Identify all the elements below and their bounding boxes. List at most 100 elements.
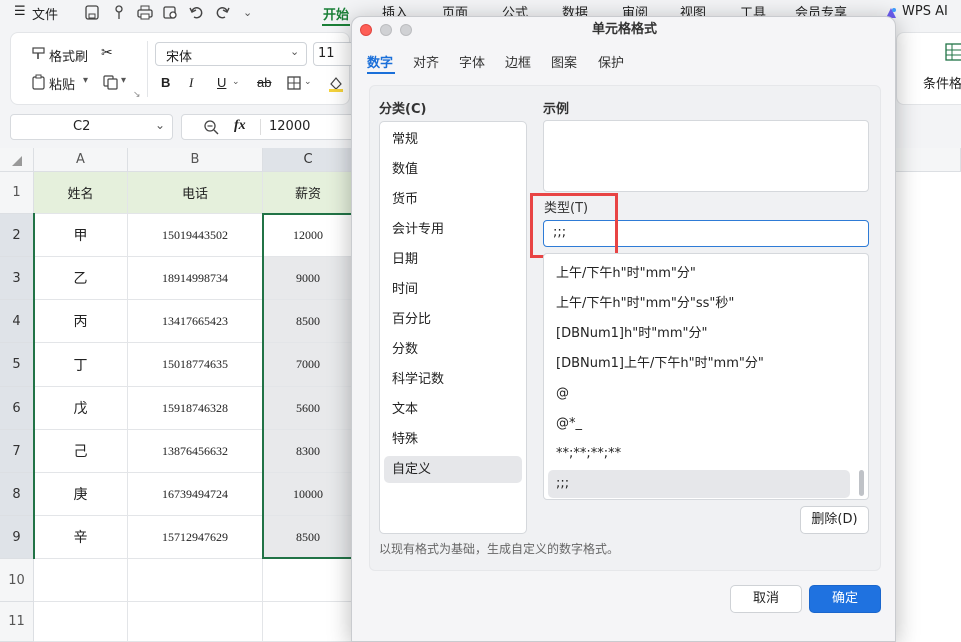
category-item-selected[interactable]: 自定义: [384, 456, 522, 483]
category-item[interactable]: 科学记数: [384, 366, 522, 393]
category-item[interactable]: 分数: [384, 336, 522, 363]
chevron-down-icon[interactable]: ⌄: [243, 6, 252, 19]
copy-chevron-icon[interactable]: ▾: [121, 75, 126, 86]
cell-name[interactable]: 丙: [34, 300, 128, 343]
category-item[interactable]: 时间: [384, 276, 522, 303]
borders-chevron-icon[interactable]: ⌄: [304, 77, 312, 87]
empty-cell[interactable]: [34, 559, 128, 602]
tab-border[interactable]: 边框: [505, 52, 531, 71]
tab-font[interactable]: 字体: [459, 52, 485, 71]
column-header-c[interactable]: C: [263, 148, 354, 172]
cell-name[interactable]: 己: [34, 430, 128, 473]
copy-icon[interactable]: [103, 75, 118, 90]
cell-phone[interactable]: 13417665423: [128, 300, 263, 343]
wps-ai-button[interactable]: WPS AI: [902, 4, 948, 19]
fx-icon[interactable]: fx: [234, 118, 246, 134]
tab-home[interactable]: 开始: [323, 4, 349, 23]
print-icon[interactable]: [137, 5, 153, 20]
cell-phone[interactable]: 15918746328: [128, 387, 263, 430]
redo-icon[interactable]: [215, 5, 230, 20]
category-item[interactable]: 数值: [384, 156, 522, 183]
cell-phone[interactable]: 16739494724: [128, 473, 263, 516]
row-header[interactable]: 8: [0, 473, 34, 516]
cell-name[interactable]: 辛: [34, 516, 128, 559]
format-item[interactable]: [DBNum1]上午/下午h"时"mm"分": [548, 350, 850, 378]
cell-phone[interactable]: 15712947629: [128, 516, 263, 559]
borders-icon[interactable]: [287, 76, 301, 90]
row-header[interactable]: 9: [0, 516, 34, 559]
fill-color-icon[interactable]: [327, 75, 345, 92]
category-item[interactable]: 会计专用: [384, 216, 522, 243]
header-cell-salary[interactable]: 薪资: [263, 172, 354, 214]
print-preview-icon[interactable]: [163, 5, 179, 20]
format-item[interactable]: 上午/下午h"时"mm"分": [548, 260, 850, 288]
save-icon[interactable]: [85, 5, 99, 20]
row-header[interactable]: 7: [0, 430, 34, 473]
conditional-format-button[interactable]: 条件格: [923, 73, 961, 92]
format-list[interactable]: 上午/下午h"时"mm"分" 上午/下午h"时"mm"分"ss"秒" [DBNu…: [543, 253, 869, 500]
category-item[interactable]: 百分比: [384, 306, 522, 333]
delete-button[interactable]: 删除(D): [800, 506, 869, 534]
category-item[interactable]: 特殊: [384, 426, 522, 453]
format-item[interactable]: @: [548, 380, 850, 408]
cell-phone[interactable]: 15018774635: [128, 343, 263, 387]
paste-chevron-icon[interactable]: ▾: [83, 75, 88, 86]
tab-pattern[interactable]: 图案: [551, 52, 577, 71]
header-cell-name[interactable]: 姓名: [34, 172, 128, 214]
formula-bar[interactable]: fx 12000: [181, 114, 356, 140]
category-item[interactable]: 常规: [384, 126, 522, 153]
bold-button[interactable]: B: [161, 75, 170, 90]
format-list-scrollbar[interactable]: [859, 470, 864, 496]
row-header[interactable]: 4: [0, 300, 34, 343]
empty-cell[interactable]: [128, 559, 263, 602]
cell-name[interactable]: 庚: [34, 473, 128, 516]
tab-alignment[interactable]: 对齐: [413, 52, 439, 71]
select-all-corner[interactable]: [0, 148, 34, 172]
cut-icon[interactable]: ✂: [101, 45, 113, 61]
cancel-button[interactable]: 取消: [730, 585, 802, 613]
column-header-a[interactable]: A: [34, 148, 128, 172]
cell-name[interactable]: 乙: [34, 257, 128, 300]
font-name-combo[interactable]: 宋体 ⌄: [155, 42, 307, 66]
row-header[interactable]: 5: [0, 343, 34, 387]
undo-icon[interactable]: [189, 5, 204, 20]
empty-cell[interactable]: [34, 602, 128, 642]
category-list[interactable]: 常规 数值 货币 会计专用 日期 时间 百分比 分数 科学记数 文本 特殊 自定…: [379, 121, 527, 534]
format-item-selected[interactable]: ;;;: [548, 470, 850, 498]
paste-button[interactable]: 粘贴: [49, 74, 75, 93]
row-header[interactable]: 2: [0, 214, 34, 257]
strikethrough-button[interactable]: ab: [257, 75, 271, 90]
menu-file[interactable]: 文件: [32, 4, 58, 23]
category-item[interactable]: 日期: [384, 246, 522, 273]
row-header[interactable]: 6: [0, 387, 34, 430]
header-cell-phone[interactable]: 电话: [128, 172, 263, 214]
cell-name[interactable]: 丁: [34, 343, 128, 387]
cell-name[interactable]: 甲: [34, 214, 128, 257]
column-header-b[interactable]: B: [128, 148, 263, 172]
format-painter-button[interactable]: 格式刷: [49, 46, 88, 65]
share-icon[interactable]: [112, 5, 126, 20]
format-item[interactable]: @*_: [548, 410, 850, 438]
italic-button[interactable]: I: [189, 75, 193, 91]
cell-name[interactable]: 戊: [34, 387, 128, 430]
format-item[interactable]: 上午/下午h"时"mm"分"ss"秒": [548, 290, 850, 318]
tab-protection[interactable]: 保护: [598, 52, 624, 71]
row-header[interactable]: 1: [0, 172, 34, 214]
row-header[interactable]: 3: [0, 257, 34, 300]
underline-chevron-icon[interactable]: ⌄: [232, 77, 240, 87]
cell-phone[interactable]: 18914998734: [128, 257, 263, 300]
empty-cell[interactable]: [128, 602, 263, 642]
hamburger-icon[interactable]: ☰: [14, 4, 26, 19]
zoom-icon[interactable]: [204, 120, 219, 135]
tab-number[interactable]: 数字: [367, 52, 393, 71]
row-header[interactable]: 10: [0, 559, 34, 602]
format-item[interactable]: [DBNum1]h"时"mm"分": [548, 320, 850, 348]
cell-phone[interactable]: 13876456632: [128, 430, 263, 473]
empty-cell[interactable]: [263, 559, 354, 602]
empty-cell[interactable]: [263, 602, 354, 642]
dialog-launcher-icon[interactable]: ↘: [133, 90, 141, 100]
category-item[interactable]: 货币: [384, 186, 522, 213]
ok-button[interactable]: 确定: [809, 585, 881, 613]
cell-phone[interactable]: 15019443502: [128, 214, 263, 257]
format-item[interactable]: **;**;**;**: [548, 440, 850, 468]
